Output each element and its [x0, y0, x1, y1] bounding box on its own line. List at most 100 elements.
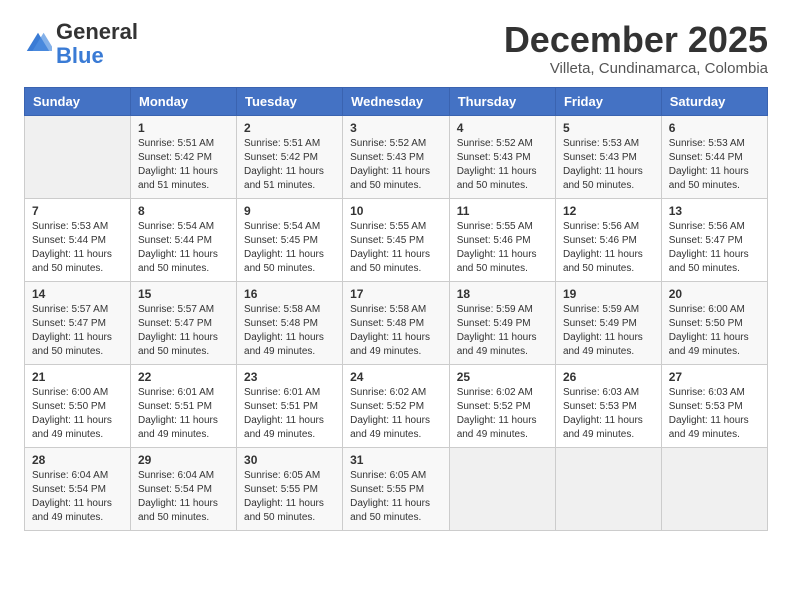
table-row: 24 Sunrise: 6:02 AM Sunset: 5:52 PM Dayli…: [343, 364, 450, 447]
table-row: 17 Sunrise: 5:58 AM Sunset: 5:48 PM Dayli…: [343, 281, 450, 364]
table-row: 18 Sunrise: 5:59 AM Sunset: 5:49 PM Dayli…: [449, 281, 555, 364]
location-title: Villeta, Cundinamarca, Colombia: [504, 60, 768, 77]
day-number: 16: [244, 287, 335, 301]
day-number: 18: [457, 287, 548, 301]
calendar-week-3: 14 Sunrise: 5:57 AM Sunset: 5:47 PM Dayli…: [25, 281, 768, 364]
day-info: Sunrise: 5:58 AM Sunset: 5:48 PM Dayligh…: [244, 303, 335, 359]
table-row: 13 Sunrise: 5:56 AM Sunset: 5:47 PM Dayli…: [661, 198, 767, 281]
calendar-table: Sunday Monday Tuesday Wednesday Thursday…: [24, 87, 768, 531]
page-header: General Blue December 2025 Villeta, Cund…: [24, 20, 768, 77]
day-number: 14: [32, 287, 123, 301]
table-row: 1 Sunrise: 5:51 AM Sunset: 5:42 PM Daylig…: [130, 115, 236, 198]
day-number: 7: [32, 204, 123, 218]
header-thursday: Thursday: [449, 87, 555, 115]
day-number: 3: [350, 121, 442, 135]
day-number: 17: [350, 287, 442, 301]
day-info: Sunrise: 5:59 AM Sunset: 5:49 PM Dayligh…: [457, 303, 548, 359]
header-friday: Friday: [555, 87, 661, 115]
table-row: [661, 447, 767, 530]
day-number: 10: [350, 204, 442, 218]
day-number: 15: [138, 287, 229, 301]
calendar-header-row: Sunday Monday Tuesday Wednesday Thursday…: [25, 87, 768, 115]
table-row: 2Sunrise: 5:51 AM Sunset: 5:42 PM Daylig…: [237, 115, 343, 198]
day-info: Sunrise: 6:05 AM Sunset: 5:55 PM Dayligh…: [244, 469, 335, 525]
logo: General Blue: [24, 20, 138, 68]
day-number: 5: [563, 121, 654, 135]
day-number: 12: [563, 204, 654, 218]
day-info: Sunrise: 5:53 AM Sunset: 5:44 PM Dayligh…: [32, 220, 123, 276]
table-row: 31Sunrise: 6:05 AM Sunset: 5:55 PM Dayli…: [343, 447, 450, 530]
day-number: 28: [32, 453, 123, 467]
table-row: 11 Sunrise: 5:55 AM Sunset: 5:46 PM Dayli…: [449, 198, 555, 281]
day-number: 20: [669, 287, 760, 301]
logo-blue-text: Blue: [56, 43, 104, 68]
title-area: December 2025 Villeta, Cundinamarca, Col…: [504, 20, 768, 77]
day-number: 13: [669, 204, 760, 218]
table-row: 9Sunrise: 5:54 AM Sunset: 5:45 PM Daylig…: [237, 198, 343, 281]
table-row: [449, 447, 555, 530]
header-saturday: Saturday: [661, 87, 767, 115]
calendar-week-4: 21 Sunrise: 6:00 AM Sunset: 5:50 PM Dayli…: [25, 364, 768, 447]
day-number: 21: [32, 370, 123, 384]
day-info: Sunrise: 5:56 AM Sunset: 5:47 PM Dayligh…: [669, 220, 760, 276]
day-info: Sunrise: 5:55 AM Sunset: 5:46 PM Dayligh…: [457, 220, 548, 276]
table-row: 29Sunrise: 6:04 AM Sunset: 5:54 PM Dayli…: [130, 447, 236, 530]
day-info: Sunrise: 5:57 AM Sunset: 5:47 PM Dayligh…: [32, 303, 123, 359]
logo-icon: [24, 30, 52, 58]
day-info: Sunrise: 5:58 AM Sunset: 5:48 PM Dayligh…: [350, 303, 442, 359]
table-row: [25, 115, 131, 198]
day-info: Sunrise: 6:01 AM Sunset: 5:51 PM Dayligh…: [138, 386, 229, 442]
table-row: 6Sunrise: 5:53 AM Sunset: 5:44 PM Daylig…: [661, 115, 767, 198]
calendar-week-2: 7 Sunrise: 5:53 AM Sunset: 5:44 PM Daylig…: [25, 198, 768, 281]
day-info: Sunrise: 5:56 AM Sunset: 5:46 PM Dayligh…: [563, 220, 654, 276]
table-row: 5 Sunrise: 5:53 AM Sunset: 5:43 PM Daylig…: [555, 115, 661, 198]
day-number: 26: [563, 370, 654, 384]
table-row: [555, 447, 661, 530]
table-row: 3 Sunrise: 5:52 AM Sunset: 5:43 PM Daylig…: [343, 115, 450, 198]
table-row: 30 Sunrise: 6:05 AM Sunset: 5:55 PM Dayli…: [237, 447, 343, 530]
table-row: 15 Sunrise: 5:57 AM Sunset: 5:47 PM Dayli…: [130, 281, 236, 364]
calendar-week-5: 28 Sunrise: 6:04 AM Sunset: 5:54 PM Dayli…: [25, 447, 768, 530]
table-row: 27Sunrise: 6:03 AM Sunset: 5:53 PM Dayli…: [661, 364, 767, 447]
day-info: Sunrise: 5:51 AM Sunset: 5:42 PM Dayligh…: [138, 137, 229, 193]
day-info: Sunrise: 5:53 AM Sunset: 5:43 PM Dayligh…: [563, 137, 654, 193]
table-row: 16 Sunrise: 5:58 AM Sunset: 5:48 PM Dayli…: [237, 281, 343, 364]
day-number: 11: [457, 204, 548, 218]
day-number: 30: [244, 453, 335, 467]
day-number: 23: [244, 370, 335, 384]
table-row: 19Sunrise: 5:59 AM Sunset: 5:49 PM Dayli…: [555, 281, 661, 364]
table-row: 4Sunrise: 5:52 AM Sunset: 5:43 PM Daylig…: [449, 115, 555, 198]
calendar-week-1: 1 Sunrise: 5:51 AM Sunset: 5:42 PM Daylig…: [25, 115, 768, 198]
day-info: Sunrise: 6:04 AM Sunset: 5:54 PM Dayligh…: [138, 469, 229, 525]
day-info: Sunrise: 6:00 AM Sunset: 5:50 PM Dayligh…: [669, 303, 760, 359]
day-info: Sunrise: 6:05 AM Sunset: 5:55 PM Dayligh…: [350, 469, 442, 525]
day-info: Sunrise: 6:00 AM Sunset: 5:50 PM Dayligh…: [32, 386, 123, 442]
day-number: 25: [457, 370, 548, 384]
table-row: 7 Sunrise: 5:53 AM Sunset: 5:44 PM Daylig…: [25, 198, 131, 281]
day-info: Sunrise: 5:55 AM Sunset: 5:45 PM Dayligh…: [350, 220, 442, 276]
day-info: Sunrise: 5:57 AM Sunset: 5:47 PM Dayligh…: [138, 303, 229, 359]
table-row: 20 Sunrise: 6:00 AM Sunset: 5:50 PM Dayli…: [661, 281, 767, 364]
header-sunday: Sunday: [25, 87, 131, 115]
day-info: Sunrise: 6:04 AM Sunset: 5:54 PM Dayligh…: [32, 469, 123, 525]
table-row: 23Sunrise: 6:01 AM Sunset: 5:51 PM Dayli…: [237, 364, 343, 447]
table-row: 21 Sunrise: 6:00 AM Sunset: 5:50 PM Dayli…: [25, 364, 131, 447]
day-number: 8: [138, 204, 229, 218]
day-number: 1: [138, 121, 229, 135]
day-info: Sunrise: 6:02 AM Sunset: 5:52 PM Dayligh…: [350, 386, 442, 442]
day-info: Sunrise: 5:54 AM Sunset: 5:44 PM Dayligh…: [138, 220, 229, 276]
logo-general-text: General: [56, 19, 138, 44]
day-number: 9: [244, 204, 335, 218]
table-row: 22Sunrise: 6:01 AM Sunset: 5:51 PM Dayli…: [130, 364, 236, 447]
day-info: Sunrise: 5:51 AM Sunset: 5:42 PM Dayligh…: [244, 137, 335, 193]
month-title: December 2025: [504, 20, 768, 60]
day-info: Sunrise: 5:52 AM Sunset: 5:43 PM Dayligh…: [350, 137, 442, 193]
header-tuesday: Tuesday: [237, 87, 343, 115]
day-info: Sunrise: 5:59 AM Sunset: 5:49 PM Dayligh…: [563, 303, 654, 359]
table-row: 10 Sunrise: 5:55 AM Sunset: 5:45 PM Dayli…: [343, 198, 450, 281]
day-number: 24: [350, 370, 442, 384]
table-row: 12 Sunrise: 5:56 AM Sunset: 5:46 PM Dayli…: [555, 198, 661, 281]
day-number: 27: [669, 370, 760, 384]
day-info: Sunrise: 6:02 AM Sunset: 5:52 PM Dayligh…: [457, 386, 548, 442]
table-row: 8 Sunrise: 5:54 AM Sunset: 5:44 PM Daylig…: [130, 198, 236, 281]
